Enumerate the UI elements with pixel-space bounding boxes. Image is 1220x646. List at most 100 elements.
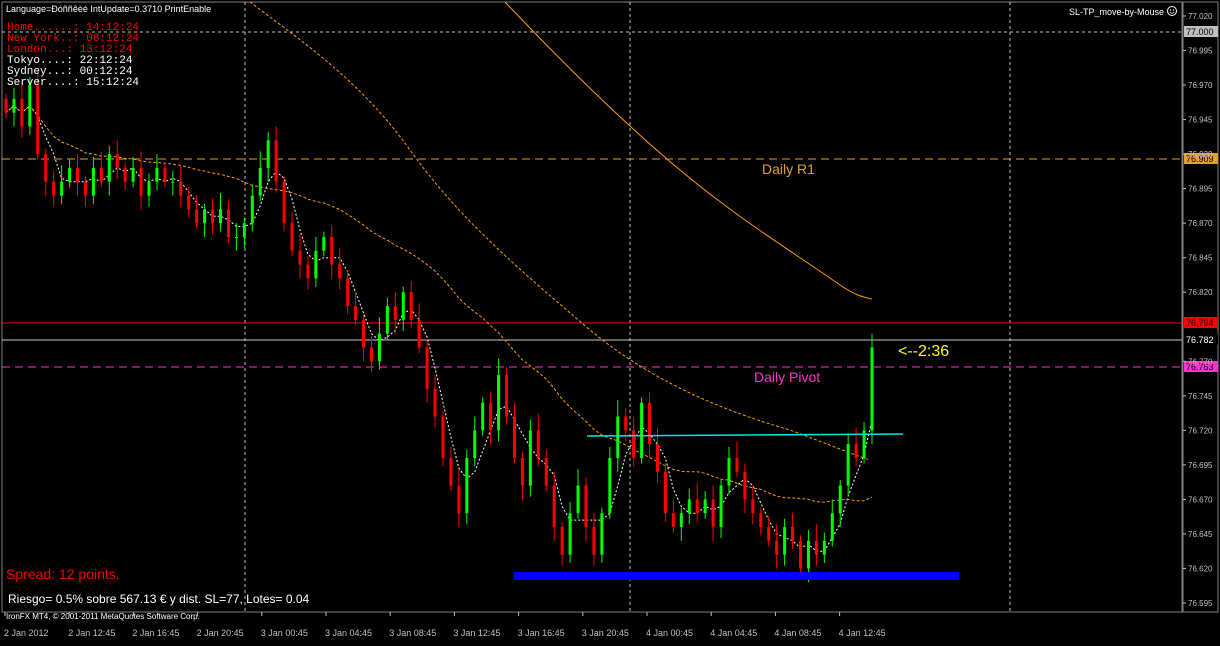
candle-body <box>465 457 469 514</box>
price-axis-panel <box>1182 1 1219 613</box>
candle-body <box>211 209 215 224</box>
copyright-text: IronFX MT4, © 2001-2011 MetaQuotes Softw… <box>6 612 200 621</box>
chart-window[interactable]: Daily R1 Daily Pivot <--2:36 Language=Ðó… <box>0 0 1220 641</box>
candle-body <box>282 181 286 224</box>
candle-body <box>806 540 810 569</box>
candle-body <box>830 513 834 541</box>
candle-body <box>512 416 516 458</box>
candle-body <box>584 485 588 528</box>
candle-body <box>99 167 103 182</box>
candle-body <box>457 485 461 514</box>
price-tick-label: 76.970 <box>1188 81 1213 90</box>
candle-body <box>655 444 659 472</box>
candle-body <box>314 250 318 279</box>
candle-body <box>338 264 342 279</box>
time-tick-label: 3 Jan 04:45 <box>325 628 372 638</box>
candle-body <box>409 292 413 320</box>
candle-body <box>60 181 64 196</box>
candle-body <box>322 236 326 251</box>
candle-body <box>147 181 151 196</box>
candle-body <box>497 375 501 431</box>
candle-body <box>695 499 699 514</box>
candle-body <box>4 98 8 113</box>
candle-body <box>83 181 87 196</box>
candles <box>4 71 874 583</box>
candle-body <box>115 154 119 168</box>
candle-body <box>846 444 850 486</box>
candle-body <box>489 402 493 431</box>
candle-body <box>44 154 48 182</box>
candle-body <box>330 236 334 265</box>
candle-body <box>203 209 207 224</box>
candle-body <box>401 292 405 320</box>
candle-body <box>441 416 445 458</box>
candle-body <box>560 527 564 555</box>
candle-body <box>123 167 127 182</box>
candle-body <box>536 430 540 458</box>
time-tick-label: 2 Jan 16:45 <box>132 628 179 638</box>
candle-body <box>354 306 358 320</box>
candle-body <box>449 457 453 486</box>
candle-body <box>266 140 270 168</box>
candle-body <box>767 527 771 541</box>
candle-body <box>179 181 183 196</box>
candle-body <box>743 471 747 500</box>
risk-text: Riesgo= 0.5% sobre 567.13 € y dist. SL=7… <box>8 592 310 606</box>
price-tick-label: 76.870 <box>1188 219 1213 228</box>
status-line: Language=Ðóññêèé IntUpdate=0.3710 PrintE… <box>6 4 211 14</box>
candle-body <box>425 347 429 389</box>
candle-body <box>68 167 72 182</box>
price-tick-label: 76.945 <box>1188 116 1213 125</box>
price-tick-label: 77.020 <box>1188 12 1213 21</box>
candle-body <box>171 181 175 183</box>
candle-body <box>20 98 24 127</box>
time-tick-label: 3 Jan 08:45 <box>389 628 436 638</box>
candle-body <box>719 485 723 528</box>
candle-body <box>687 499 691 514</box>
candle-body <box>274 140 278 182</box>
candle-body <box>640 402 644 458</box>
price-tick-label: 76.670 <box>1188 495 1213 504</box>
price-tick-label: 76.595 <box>1188 599 1213 608</box>
candle-body <box>870 347 874 431</box>
time-tick-label: 2 Jan 20:45 <box>197 628 244 638</box>
candle-body <box>12 98 16 113</box>
price-tick-label: 76.845 <box>1188 254 1213 263</box>
candle-body <box>759 513 763 528</box>
candle-body <box>822 540 826 555</box>
price-tick-label: 76.720 <box>1188 426 1213 435</box>
clock-row: Server....: 15:12:24 <box>7 77 139 89</box>
ma-orange-dashed <box>249 1 871 461</box>
candle-body <box>814 540 818 555</box>
time-tick-label: 3 Jan 20:45 <box>582 628 629 638</box>
candle-body <box>648 402 652 445</box>
candle-body <box>592 527 596 555</box>
time-tick-label: 4 Jan 04:45 <box>710 628 757 638</box>
smiley-icon[interactable] <box>1167 6 1177 16</box>
candle-body <box>306 264 310 279</box>
price-tick-label: 76.645 <box>1188 530 1213 539</box>
candle-body <box>838 485 842 514</box>
candle-body <box>346 278 350 307</box>
candle-body <box>473 430 477 458</box>
price-tick-label: 76.895 <box>1188 185 1213 194</box>
candle-body <box>139 167 143 196</box>
time-tick-label: 4 Jan 08:45 <box>774 628 821 638</box>
price-chart[interactable]: Daily R1 Daily Pivot <--2:36 Language=Ðó… <box>0 0 1220 641</box>
candle-body <box>703 499 707 514</box>
candle-body <box>187 195 191 210</box>
candle-body <box>854 444 858 458</box>
candle-body <box>528 430 532 486</box>
candle-body <box>505 375 509 417</box>
candle-body <box>544 457 548 486</box>
time-tick-label: 3 Jan 16:45 <box>518 628 565 638</box>
candle-body <box>385 306 389 334</box>
candle-body <box>663 471 667 514</box>
candle-body <box>568 513 572 555</box>
candle-body <box>298 250 302 265</box>
candle-body <box>163 167 167 182</box>
candle-body <box>711 499 715 528</box>
candle-body <box>520 457 524 486</box>
price-tick-label: 76.920 <box>1188 150 1213 159</box>
support-zone[interactable] <box>514 572 959 580</box>
